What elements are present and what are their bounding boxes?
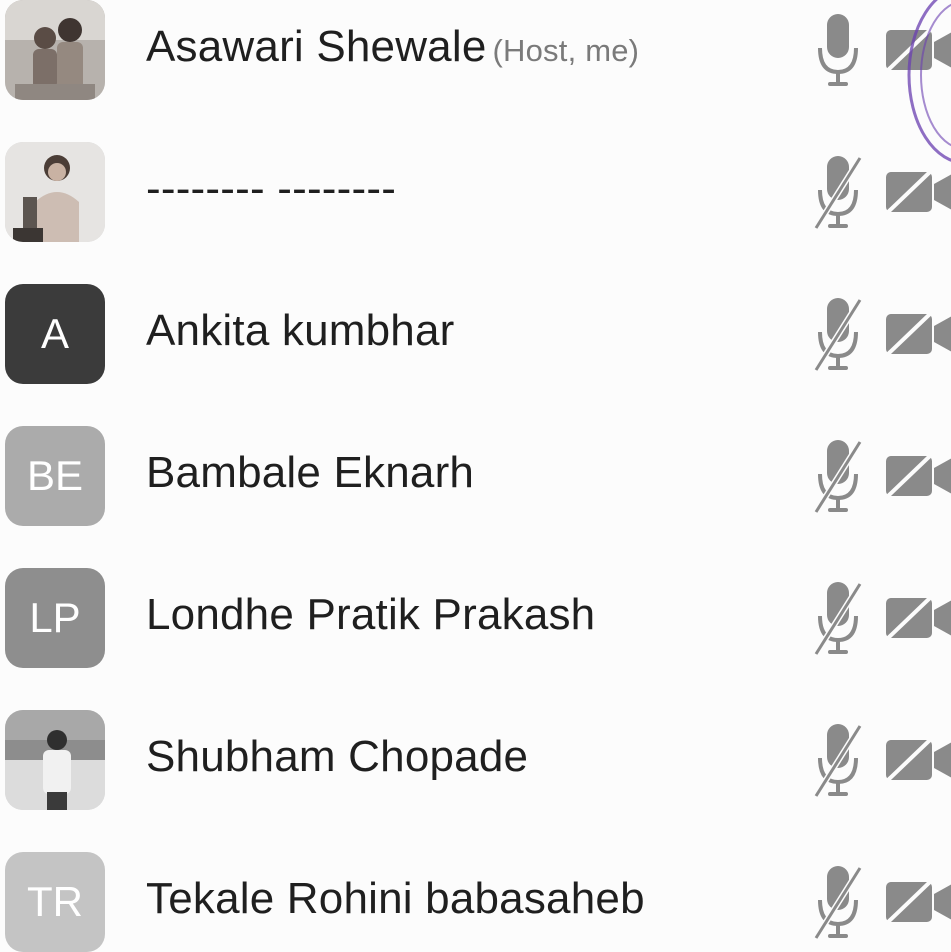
avatar-initials: TR <box>27 878 83 925</box>
participant-row[interactable]: A Ankita kumbhar <box>0 284 951 426</box>
participant-name-text: Shubham Chopade <box>146 732 529 781</box>
avatar: BE <box>5 426 105 526</box>
microphone-muted-icon[interactable] <box>813 154 863 230</box>
microphone-muted-icon[interactable] <box>813 722 863 798</box>
participant-row[interactable]: TR Tekale Rohini babasaheb <box>0 852 951 952</box>
video-off-icon[interactable] <box>884 878 951 926</box>
video-off-icon[interactable] <box>884 594 951 642</box>
avatar <box>5 142 105 242</box>
participant-name-text: Londhe Pratik Prakash <box>146 590 596 639</box>
microphone-muted-icon[interactable] <box>813 296 863 372</box>
participant-name: Londhe Pratik Prakash <box>146 590 595 640</box>
participant-name: Tekale Rohini babasaheb <box>146 874 645 924</box>
participant-row[interactable]: -------- -------- <box>0 142 951 284</box>
participant-name-text: Tekale Rohini babasaheb <box>146 874 645 923</box>
participant-row[interactable]: LP Londhe Pratik Prakash <box>0 568 951 710</box>
participant-name-text: Bambale Eknarh <box>146 448 475 497</box>
avatar-initials: A <box>40 310 69 357</box>
participant-role: (Host, me) <box>492 33 640 68</box>
participant-name-text: Ankita kumbhar <box>146 306 455 355</box>
video-off-icon[interactable] <box>884 736 951 784</box>
video-off-icon[interactable] <box>884 310 951 358</box>
participant-row[interactable]: BE Bambale Eknarh <box>0 426 951 568</box>
participants-list: Asawari Shewale (Host, me) -------- ----… <box>0 0 951 952</box>
avatar <box>5 0 105 100</box>
microphone-icon[interactable] <box>816 12 860 88</box>
avatar-photo-icon <box>5 142 105 242</box>
avatar-photo-icon <box>5 710 105 810</box>
avatar-initials: BE <box>26 452 84 499</box>
avatar <box>5 710 105 810</box>
avatar-photo-icon <box>5 0 105 100</box>
video-off-icon[interactable] <box>884 168 951 216</box>
avatar: TR <box>5 852 105 952</box>
participant-name: Asawari Shewale (Host, me) <box>146 22 639 72</box>
stamp-icon <box>905 0 951 170</box>
avatar-initials: LP <box>29 594 81 641</box>
avatar: A <box>5 284 105 384</box>
microphone-muted-icon[interactable] <box>813 864 863 940</box>
participant-name: Bambale Eknarh <box>146 448 474 498</box>
microphone-muted-icon[interactable] <box>813 580 863 656</box>
participant-name: Ankita kumbhar <box>146 306 455 356</box>
participant-name-text: Asawari Shewale <box>146 22 487 71</box>
avatar: LP <box>5 568 105 668</box>
participant-name-text: -------- -------- <box>146 164 397 213</box>
participant-name: Shubham Chopade <box>146 732 528 782</box>
video-off-icon[interactable] <box>884 452 951 500</box>
participant-name: -------- -------- <box>146 164 396 214</box>
participant-row[interactable]: Asawari Shewale (Host, me) <box>0 0 951 142</box>
microphone-muted-icon[interactable] <box>813 438 863 514</box>
participant-row[interactable]: Shubham Chopade <box>0 710 951 852</box>
